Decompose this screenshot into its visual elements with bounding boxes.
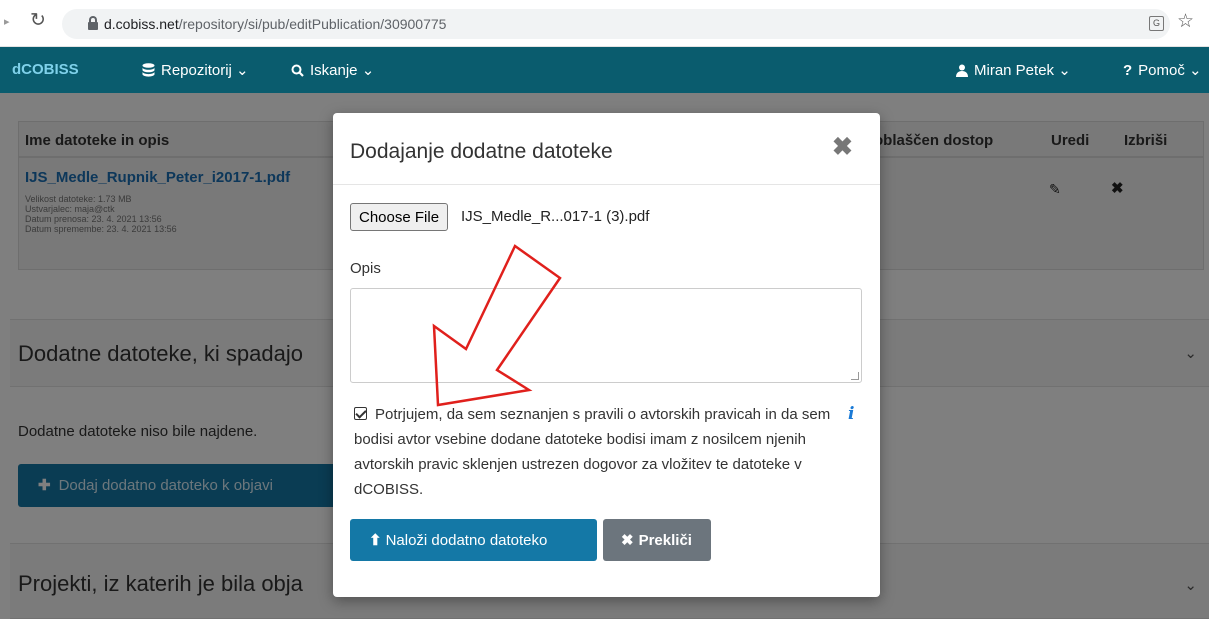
user-icon	[956, 64, 968, 77]
nav-user[interactable]: Miran Petek ⌄	[956, 61, 1071, 79]
database-icon	[142, 63, 155, 77]
app-navbar: dCOBISS Repozitorij ⌄ Iskanje ⌄ Miran Pe…	[0, 47, 1209, 93]
cancel-label: Prekliči	[638, 532, 692, 549]
checkbox-checked-icon[interactable]	[354, 407, 367, 420]
nav-help-label: Pomoč ⌄	[1138, 62, 1202, 79]
nav-iskanje[interactable]: Iskanje ⌄	[291, 61, 374, 79]
x-icon: ✖	[621, 532, 634, 549]
nav-user-label: Miran Petek ⌄	[974, 62, 1071, 79]
nav-repozitorij-label: Repozitorij ⌄	[161, 62, 249, 79]
nav-help[interactable]: ? Pomoč ⌄	[1123, 61, 1202, 79]
translate-icon[interactable]: G	[1149, 16, 1164, 31]
upload-icon: ⬆	[369, 532, 382, 549]
nav-iskanje-label: Iskanje ⌄	[310, 62, 375, 79]
url-host: d.cobiss.net	[104, 16, 179, 32]
modal-header: Dodajanje dodatne datoteke ✖	[333, 113, 880, 185]
modal-title: Dodajanje dodatne datoteke	[350, 140, 613, 163]
question-icon: ?	[1123, 62, 1133, 79]
cancel-button[interactable]: ✖ Prekliči	[603, 519, 711, 561]
upload-file-label: Naloži dodatno datoteko	[385, 532, 548, 549]
choose-file-button[interactable]: Choose File	[350, 203, 449, 231]
browser-toolbar: ▸ ↻ d.cobiss.net/repository/si/pub/editP…	[0, 0, 1209, 47]
forward-icon[interactable]: ▸	[4, 15, 10, 28]
upload-file-button[interactable]: ⬆ Naloži dodatno datoteko	[350, 519, 597, 561]
reload-icon[interactable]: ↻	[30, 9, 46, 32]
info-icon[interactable]: i	[848, 404, 854, 424]
address-bar[interactable]: d.cobiss.net/repository/si/pub/editPubli…	[62, 9, 1170, 39]
search-icon	[291, 64, 304, 77]
bookmark-star-icon[interactable]: ☆	[1177, 10, 1194, 33]
selected-file-name: IJS_Medle_R...017-1 (3).pdf	[461, 208, 650, 225]
url-path: /repository/si/pub/editPublication/30900…	[178, 16, 447, 32]
red-arrow-annotation	[432, 244, 562, 407]
url-text: d.cobiss.net/repository/si/pub/editPubli…	[104, 16, 446, 32]
close-icon[interactable]: ✖	[832, 132, 853, 162]
lock-icon	[88, 16, 98, 30]
resize-grip-icon[interactable]	[851, 372, 859, 380]
opis-label: Opis	[350, 260, 381, 277]
brand-logo[interactable]: dCOBISS	[12, 61, 79, 78]
add-file-modal: Dodajanje dodatne datoteke ✖ Choose File…	[333, 113, 880, 597]
nav-repozitorij[interactable]: Repozitorij ⌄	[142, 61, 249, 79]
